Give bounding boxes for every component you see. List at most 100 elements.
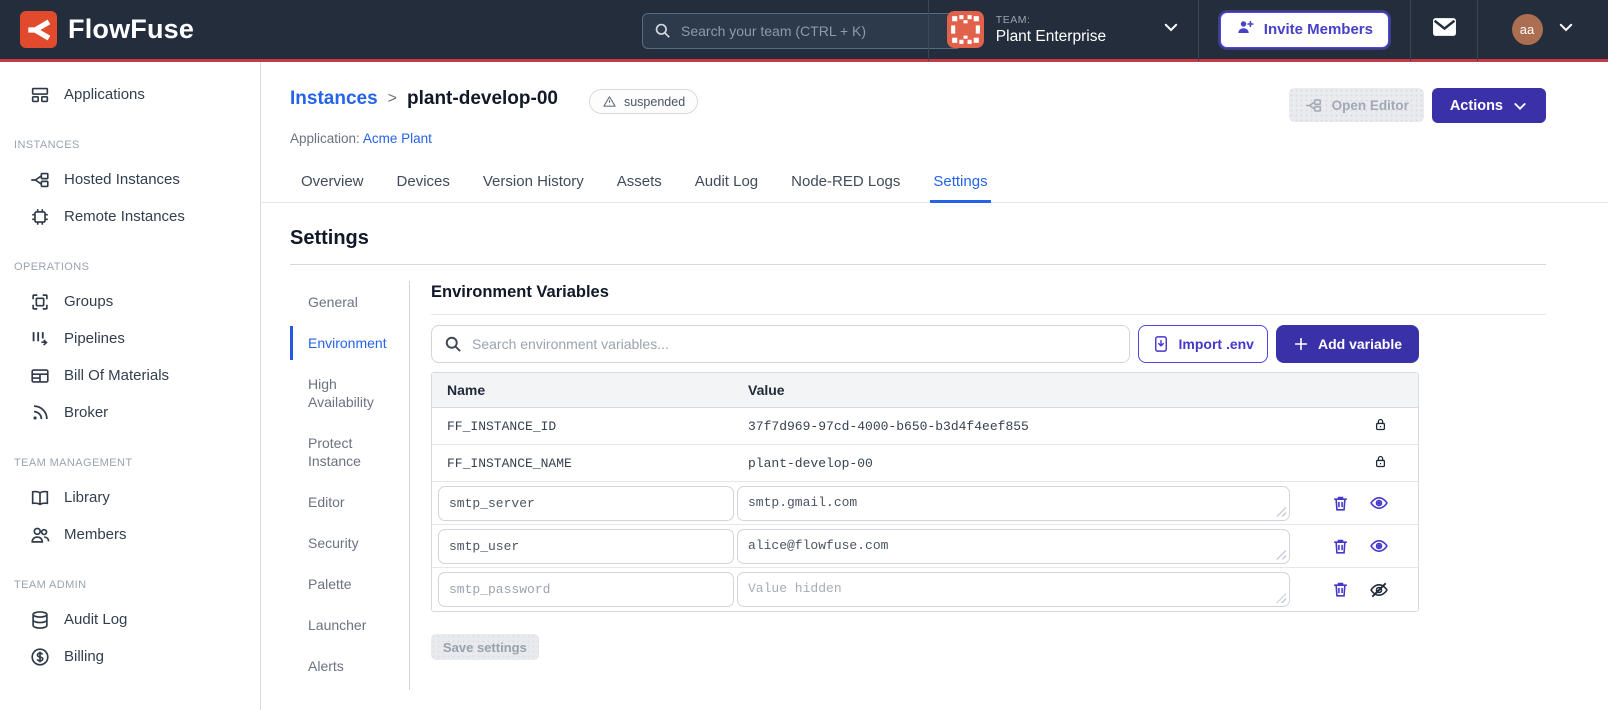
- sidebar-item-label: Hosted Instances: [64, 171, 180, 188]
- subnav-launcher[interactable]: Launcher: [290, 608, 409, 642]
- breadcrumb-instances-link[interactable]: Instances: [290, 88, 378, 110]
- environment-variables-title: Environment Variables: [431, 283, 609, 301]
- sidebar: Applications INSTANCES Hosted Instances …: [0, 62, 261, 710]
- chevron-down-icon: [1557, 18, 1575, 41]
- env-var-value-input[interactable]: alice@flowfuse.com: [737, 528, 1290, 564]
- user-menu[interactable]: aa: [1478, 14, 1608, 45]
- top-navbar: FlowFuse Search your team (CTRL + K) TEA…: [0, 0, 1608, 62]
- sidebar-item-billing[interactable]: Billing: [0, 638, 260, 675]
- sidebar-item-label: Members: [64, 526, 127, 543]
- trash-icon: [1334, 582, 1347, 597]
- table-row-smtp-password: [432, 568, 1418, 611]
- delete-variable-button[interactable]: [1331, 580, 1350, 599]
- env-var-value-input[interactable]: [737, 572, 1290, 607]
- sidebar-item-pipelines[interactable]: Pipelines: [0, 320, 260, 357]
- application-link[interactable]: Acme Plant: [363, 131, 432, 146]
- search-icon: [443, 334, 463, 359]
- status-badge: suspended: [588, 89, 699, 114]
- main-content: Instances > plant-develop-00 suspended O…: [261, 62, 1608, 710]
- tab-audit-log[interactable]: Audit Log: [692, 164, 761, 203]
- subnav-editor[interactable]: Editor: [290, 485, 409, 519]
- sidebar-item-bill-of-materials[interactable]: Bill Of Materials: [0, 357, 260, 394]
- brand-name: FlowFuse: [68, 14, 195, 44]
- table-row-ff-instance-name: FF_INSTANCE_NAME plant-develop-00: [432, 445, 1418, 482]
- sidebar-item-broker[interactable]: Broker: [0, 394, 260, 431]
- sidebar-item-audit-log[interactable]: Audit Log: [0, 601, 260, 638]
- subnav-high-availability[interactable]: High Availability: [290, 367, 409, 419]
- env-var-value-box: alice@flowfuse.com: [737, 528, 1290, 564]
- pipelines-icon: [32, 331, 48, 346]
- breadcrumb: Instances > plant-develop-00: [290, 88, 558, 110]
- billing-icon: [31, 647, 49, 666]
- team-selector[interactable]: TEAM: Plant Enterprise: [929, 11, 1198, 48]
- sidebar-item-applications[interactable]: Applications: [0, 76, 260, 113]
- team-search-input[interactable]: [642, 13, 962, 49]
- show-value-button[interactable]: [1369, 536, 1389, 556]
- subnav-protect-instance[interactable]: Protect Instance: [290, 426, 409, 478]
- delete-variable-button[interactable]: [1331, 494, 1350, 513]
- env-var-value-input[interactable]: smtp.gmail.com: [737, 485, 1290, 521]
- team-meta: TEAM: Plant Enterprise: [996, 14, 1150, 46]
- sidebar-item-groups[interactable]: Groups: [0, 283, 260, 320]
- invite-members-button[interactable]: Invite Members: [1219, 11, 1389, 48]
- sidebar-item-members[interactable]: Members: [0, 516, 260, 553]
- sidebar-section-instances: INSTANCES: [14, 139, 80, 151]
- sidebar-item-remote-instances[interactable]: Remote Instances: [0, 198, 260, 235]
- tab-devices[interactable]: Devices: [394, 164, 453, 203]
- hide-value-button[interactable]: [1369, 580, 1389, 600]
- add-variable-button[interactable]: Add variable: [1275, 325, 1419, 363]
- env-search-input[interactable]: [431, 325, 1130, 363]
- application-label: Application:: [290, 131, 360, 146]
- import-env-button[interactable]: Import .env: [1137, 325, 1268, 363]
- notifications-button[interactable]: [1411, 17, 1477, 42]
- brand[interactable]: FlowFuse: [20, 11, 194, 48]
- settings-divider: [290, 264, 1546, 265]
- env-var-value-box: [737, 572, 1290, 607]
- save-settings-button[interactable]: Save settings: [431, 634, 539, 660]
- sidebar-item-label: Bill Of Materials: [64, 367, 170, 384]
- members-icon: [31, 527, 50, 543]
- envelope-icon: [1432, 17, 1457, 42]
- show-value-button[interactable]: [1369, 493, 1389, 513]
- delete-variable-button[interactable]: [1331, 537, 1350, 556]
- env-var-name-input[interactable]: [438, 572, 734, 607]
- subnav-environment[interactable]: Environment: [290, 326, 409, 360]
- env-search: [431, 325, 1130, 363]
- tab-version-history[interactable]: Version History: [480, 164, 587, 203]
- eye-icon: [1370, 540, 1388, 552]
- env-var-value-box: smtp.gmail.com: [737, 485, 1290, 521]
- actions-button[interactable]: Actions: [1431, 88, 1546, 123]
- subnav-palette[interactable]: Palette: [290, 567, 409, 601]
- panel-divider: [431, 314, 1546, 315]
- tab-settings[interactable]: Settings: [930, 164, 991, 203]
- trash-icon: [1334, 496, 1347, 511]
- team-name: Plant Enterprise: [995, 27, 1107, 45]
- subnav-alerts[interactable]: Alerts: [290, 649, 409, 683]
- flowfuse-logo-icon: [20, 11, 57, 48]
- tab-node-red-logs[interactable]: Node-RED Logs: [788, 164, 903, 203]
- env-var-name-input[interactable]: [438, 528, 734, 564]
- subnav-security[interactable]: Security: [290, 526, 409, 560]
- tab-overview[interactable]: Overview: [298, 164, 367, 203]
- sidebar-item-label: Broker: [64, 404, 109, 421]
- sidebar-item-library[interactable]: Library: [0, 479, 260, 516]
- eye-off-icon: [1370, 582, 1388, 597]
- editor-node-icon: [1305, 98, 1321, 112]
- sidebar-item-hosted-instances[interactable]: Hosted Instances: [0, 161, 260, 198]
- env-var-name-input[interactable]: [438, 485, 734, 521]
- lock-icon: [1372, 453, 1389, 474]
- sidebar-item-label: Billing: [64, 648, 105, 665]
- open-editor-button[interactable]: Open Editor: [1288, 88, 1424, 122]
- application-line: Application: Acme Plant: [290, 131, 1546, 146]
- sidebar-section-team-admin: TEAM ADMIN: [14, 579, 87, 591]
- status-badge-label: suspended: [623, 94, 686, 109]
- sidebar-section-team-management: TEAM MANAGEMENT: [14, 457, 133, 469]
- environment-panel: Environment Variables Imp: [410, 281, 1546, 690]
- audit-log-icon: [32, 610, 48, 629]
- env-variables-table: Name Value FF_INSTANCE_ID 37f7d969-97cd-…: [431, 372, 1419, 612]
- warning-icon: [603, 96, 616, 107]
- tab-assets[interactable]: Assets: [614, 164, 665, 203]
- sidebar-section-operations: OPERATIONS: [14, 261, 90, 273]
- subnav-general[interactable]: General: [290, 285, 409, 319]
- library-icon: [31, 490, 49, 505]
